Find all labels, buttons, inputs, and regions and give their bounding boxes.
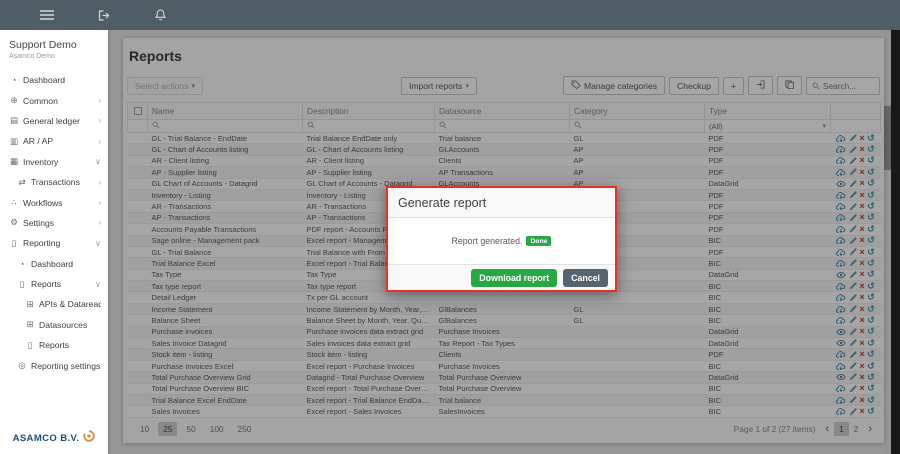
sidebar-item-workflows[interactable]: ∴ Workflows › bbox=[0, 192, 108, 212]
asamco-logo: ASAMCO B.V. bbox=[0, 429, 108, 447]
dialog-title: Generate report bbox=[388, 188, 615, 218]
dialog-message: Report generated. bbox=[451, 236, 523, 246]
cancel-button[interactable]: Cancel bbox=[563, 268, 608, 287]
account-profile: Support Demo Asamco Demo bbox=[0, 30, 108, 66]
sidebar-item-reports[interactable]: ▯ Reports ∨ bbox=[0, 274, 108, 294]
sidebar-nav: ◔ Dashboard ⊕ Common › ▤ General ledger › ▥ AR / … bbox=[0, 70, 108, 376]
account-company: Asamco Demo bbox=[9, 53, 55, 60]
menu-icon[interactable] bbox=[40, 10, 54, 20]
chevron-right-icon: › bbox=[98, 218, 101, 228]
dashboard-icon: ◔ bbox=[11, 75, 17, 86]
dashboard-icon: ◔ bbox=[19, 258, 25, 269]
status-badge: Done bbox=[526, 236, 552, 246]
globe-icon: ⊕ bbox=[10, 95, 18, 106]
report-doc-icon: ▯ bbox=[11, 237, 17, 248]
sidebar-item-dashboard[interactable]: ◔ Dashboard bbox=[0, 254, 108, 274]
chevron-right-icon: › bbox=[98, 96, 101, 106]
sidebar-item-datasources[interactable]: ⊞ Datasources bbox=[0, 315, 108, 335]
logo-mark-icon bbox=[83, 429, 96, 447]
top-bar bbox=[0, 0, 900, 30]
data-table-icon: ⊞ bbox=[26, 319, 34, 330]
report-doc-icon: ▯ bbox=[19, 278, 25, 289]
inventory-icon: ▦ bbox=[9, 156, 19, 167]
chevron-right-icon: › bbox=[98, 116, 101, 126]
workflow-icon: ∴ bbox=[11, 197, 17, 208]
generate-report-dialog: Generate report Report generated. Done D… bbox=[386, 186, 617, 292]
sidebar-item-reports[interactable]: ▯ Reports bbox=[0, 335, 108, 355]
sidebar-item-ar-ap[interactable]: ▥ AR / AP › bbox=[0, 131, 108, 151]
chevron-right-icon: › bbox=[98, 136, 101, 146]
app-window: Support Demo Asamco Demo ◔ Dashboard ⊕ Comm… bbox=[0, 0, 900, 454]
report-doc-icon: ▯ bbox=[27, 339, 33, 350]
settings-icon: ⚙ bbox=[10, 217, 18, 228]
chevron-right-icon: › bbox=[98, 198, 101, 208]
logo-text: ASAMCO B.V. bbox=[12, 432, 80, 444]
sidebar-item-reporting[interactable]: ▯ Reporting ∨ bbox=[0, 233, 108, 253]
notifications-bell-icon[interactable] bbox=[155, 9, 166, 21]
sidebar-item-dashboard[interactable]: ◔ Dashboard bbox=[0, 70, 108, 90]
chevron-down-icon: ∨ bbox=[95, 238, 101, 248]
ledger-book-icon: ▤ bbox=[9, 115, 19, 126]
sidebar-item-common[interactable]: ⊕ Common › bbox=[0, 90, 108, 110]
data-table-icon: ⊞ bbox=[26, 298, 34, 309]
contacts-icon: ▥ bbox=[9, 135, 19, 146]
chevron-right-icon: › bbox=[98, 177, 101, 187]
sidebar-item-settings[interactable]: ⚙ Settings › bbox=[0, 213, 108, 233]
sidebar-item-general-ledger[interactable]: ▤ General ledger › bbox=[0, 111, 108, 131]
sidebar-item-inventory[interactable]: ▦ Inventory ∨ bbox=[0, 152, 108, 172]
logout-icon[interactable] bbox=[98, 9, 111, 21]
sidebar-item-reporting-settings[interactable]: ◎ Reporting settings bbox=[0, 355, 108, 375]
chevron-down-icon: ∨ bbox=[95, 279, 101, 289]
sidebar: Support Demo Asamco Demo ◔ Dashboard ⊕ Comm… bbox=[0, 30, 108, 454]
sidebar-item-transactions[interactable]: ⇄ Transactions › bbox=[0, 172, 108, 192]
transactions-icon: ⇄ bbox=[18, 176, 26, 187]
download-report-button[interactable]: Download report bbox=[471, 268, 558, 287]
sidebar-item-apis-datareaders[interactable]: ⊞APIs & Datareaders bbox=[0, 294, 108, 314]
gear-icon: ◎ bbox=[18, 360, 26, 371]
chevron-down-icon: ∨ bbox=[95, 157, 101, 167]
account-name: Support Demo bbox=[9, 39, 77, 51]
